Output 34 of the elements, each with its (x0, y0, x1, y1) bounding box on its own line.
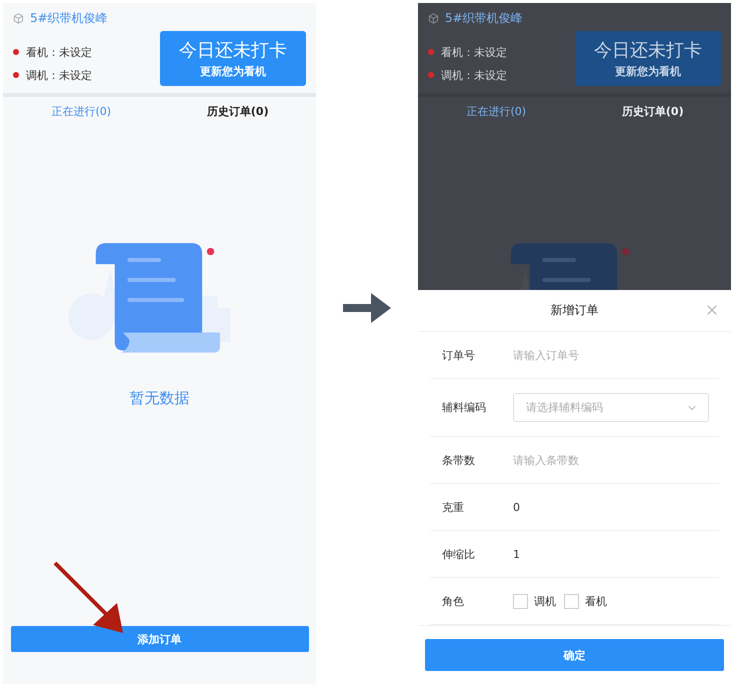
empty-message: 暂无数据 (130, 389, 190, 408)
tab[interactable]: 正在进行(0) (3, 97, 160, 125)
field-label: 辅料编码 (441, 400, 487, 415)
role-status: 看机：未设定 (26, 44, 92, 60)
tab[interactable]: 历史订单(0) (574, 97, 731, 125)
input-field[interactable]: 请输入条带数 (513, 454, 719, 466)
role-status: 调机：未设定 (441, 68, 507, 82)
tab[interactable]: 历史订单(0) (160, 97, 316, 125)
select-field[interactable]: 请选择辅料编码 (513, 393, 709, 422)
checkin-button[interactable]: 今日还未打卡 更新您为看机 (575, 31, 721, 86)
field-label: 克重 (441, 500, 465, 514)
field-label: 角色 (441, 594, 465, 608)
machine-name: 5#织带机俊峰 (445, 10, 523, 27)
add-order-button[interactable]: 添加订单 (10, 626, 308, 652)
checkbox-label: 调机 (534, 594, 556, 608)
cube-icon (13, 13, 24, 24)
input-field[interactable]: 请输入订单号 (513, 348, 719, 362)
machine-name: 5#织带机俊峰 (30, 10, 108, 27)
field-label: 条带数 (441, 452, 476, 468)
input-field[interactable]: 0 (513, 500, 719, 514)
checkbox[interactable] (513, 594, 528, 608)
checkbox[interactable] (564, 594, 579, 608)
field-label: 订单号 (441, 348, 476, 362)
input-field[interactable]: 1 (513, 548, 719, 560)
right-arrow-icon (343, 293, 391, 323)
field-label: 伸缩比 (441, 546, 476, 562)
role-status: 看机：未设定 (441, 44, 507, 60)
role-status: 调机：未设定 (26, 68, 92, 82)
tab[interactable]: 正在进行(0) (418, 97, 574, 125)
cube-icon (428, 13, 439, 24)
checkin-button[interactable]: 今日还未打卡 更新您为看机 (160, 31, 306, 86)
sheet-title: 新增订单 (550, 302, 598, 319)
confirm-button[interactable]: 确定 (425, 639, 724, 671)
checkbox-label: 看机 (585, 594, 607, 608)
